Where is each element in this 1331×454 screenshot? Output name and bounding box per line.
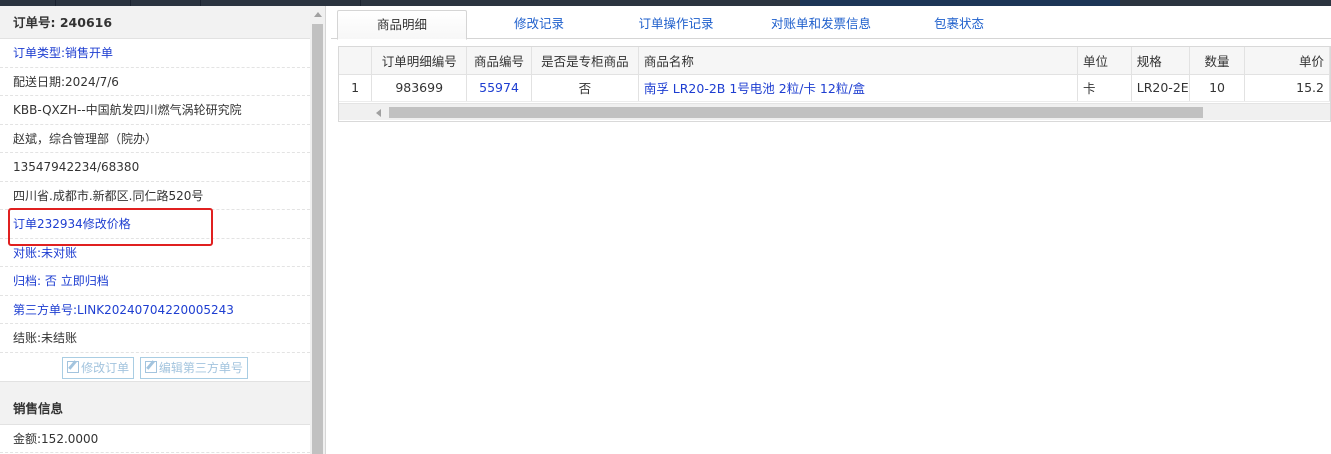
archive-label: 归档: bbox=[13, 274, 42, 288]
detail-panel: 商品明细 修改记录 订单操作记录 对账单和发票信息 包裹状态 订单明细编号 商品… bbox=[331, 6, 1331, 454]
cell-unit: 卡 bbox=[1077, 74, 1132, 102]
edit-icon bbox=[67, 360, 80, 373]
tab-order-operation-log[interactable]: 订单操作记录 bbox=[621, 10, 731, 39]
edit-third-party-button-label: 编辑第三方单号 bbox=[158, 360, 243, 375]
table-header-row: 订单明细编号 商品编号 是否是专柜商品 商品名称 单位 规格 数量 单价 bbox=[339, 47, 1330, 75]
cell-product-name-link[interactable]: 南孚 LR20-2B 1号电池 2粒/卡 12粒/盒 bbox=[638, 74, 1078, 102]
edit-order-button[interactable]: 修改订单 bbox=[62, 356, 135, 379]
customer-company: KBB-QXZH--中国航发四川燃气涡轮研究院 bbox=[0, 96, 310, 125]
cell-counter-product: 否 bbox=[531, 74, 639, 102]
order-number-label: 订单号: bbox=[13, 15, 56, 30]
delivery-date-label: 配送日期: bbox=[13, 74, 66, 89]
col-header-counter-product[interactable]: 是否是专柜商品 bbox=[531, 47, 639, 75]
col-header-unit-price[interactable]: 单价 bbox=[1244, 47, 1330, 75]
cell-index: 1 bbox=[339, 74, 373, 102]
col-header-index bbox=[339, 47, 373, 75]
settlement-row: 结账:未结账 bbox=[0, 324, 310, 353]
order-number-value: 240616 bbox=[59, 15, 113, 30]
contact-person: 赵斌，综合管理部（院办） bbox=[0, 125, 310, 153]
cell-quantity: 10 bbox=[1189, 74, 1246, 102]
settlement-label: 结账: bbox=[13, 331, 42, 345]
tab-package-status[interactable]: 包裹状态 bbox=[909, 10, 1009, 39]
settlement-value: 未结账 bbox=[41, 331, 78, 345]
order-info-panel: 订单号: 240616 订单类型:销售开单 配送日期:2024/7/6 KBB-… bbox=[0, 6, 326, 454]
sales-info-header: 销售信息 bbox=[0, 391, 310, 425]
order-action-buttons: 修改订单 编辑第三方单号 bbox=[0, 353, 310, 382]
scrollbar-thumb[interactable] bbox=[312, 24, 323, 454]
third-party-number-value[interactable]: LINK20240704220005243 bbox=[77, 303, 234, 317]
col-header-product-name[interactable]: 商品名称 bbox=[638, 47, 1078, 75]
col-header-spec[interactable]: 规格 bbox=[1131, 47, 1190, 75]
col-header-product-id[interactable]: 商品编号 bbox=[466, 47, 532, 75]
reconciliation-label: 对账: bbox=[13, 245, 42, 260]
order-type-label: 订单类型: bbox=[13, 46, 66, 60]
product-details-table: 订单明细编号 商品编号 是否是专柜商品 商品名称 单位 规格 数量 单价 1 9… bbox=[338, 46, 1331, 122]
order-number-header: 订单号: 240616 bbox=[0, 6, 310, 39]
scroll-left-arrow-icon[interactable] bbox=[376, 109, 381, 117]
left-panel-scrollbar[interactable] bbox=[310, 6, 325, 454]
amount-row: 金额:152.0000 bbox=[0, 425, 310, 453]
col-header-unit[interactable]: 单位 bbox=[1077, 47, 1132, 75]
scroll-up-arrow-icon[interactable] bbox=[314, 12, 322, 17]
cell-detail-id: 983699 bbox=[371, 74, 468, 102]
delivery-date-row: 配送日期:2024/7/6 bbox=[0, 68, 310, 96]
order-type-value: 销售开单 bbox=[65, 46, 114, 60]
delivery-date-value: 2024/7/6 bbox=[65, 74, 119, 89]
tab-product-details[interactable]: 商品明细 bbox=[337, 10, 467, 40]
tab-modification-log[interactable]: 修改记录 bbox=[491, 10, 587, 39]
order-type-row: 订单类型:销售开单 bbox=[0, 39, 310, 68]
third-party-number-row: 第三方单号:LINK20240704220005243 bbox=[0, 296, 310, 324]
edit-icon bbox=[144, 360, 157, 373]
reconciliation-row: 对账:未对账 bbox=[0, 239, 310, 267]
col-header-detail-id[interactable]: 订单明细编号 bbox=[371, 47, 468, 75]
edit-order-button-label: 修改订单 bbox=[81, 360, 130, 375]
table-horizontal-scrollbar[interactable] bbox=[339, 103, 1330, 120]
horizontal-scrollbar-thumb[interactable] bbox=[389, 107, 1203, 118]
archive-row: 归档: 否 立即归档 bbox=[0, 267, 310, 296]
table-row[interactable]: 1 983699 55974 否 南孚 LR20-2B 1号电池 2粒/卡 12… bbox=[339, 74, 1330, 102]
reconciliation-value[interactable]: 未对账 bbox=[41, 246, 77, 260]
amount-value: 152.0000 bbox=[41, 431, 99, 446]
cell-spec: LR20-2E bbox=[1131, 74, 1190, 102]
section-spacer bbox=[0, 381, 310, 392]
cell-product-id-link[interactable]: 55974 bbox=[466, 74, 532, 102]
tab-statement-invoice[interactable]: 对账单和发票信息 bbox=[751, 10, 891, 39]
amount-label: 金额: bbox=[13, 431, 42, 446]
col-header-quantity[interactable]: 数量 bbox=[1189, 47, 1246, 75]
edit-third-party-number-button[interactable]: 编辑第三方单号 bbox=[139, 356, 248, 379]
cell-unit-price: 15.2 bbox=[1244, 74, 1330, 102]
delivery-address: 四川省.成都市.新都区.同仁路520号 bbox=[0, 182, 310, 210]
detail-tabs: 商品明细 修改记录 订单操作记录 对账单和发票信息 包裹状态 bbox=[331, 10, 1331, 40]
contact-phone: 13547942234/68380 bbox=[0, 153, 310, 182]
archive-now-link[interactable]: 否 立即归档 bbox=[45, 274, 109, 288]
price-change-note-link[interactable]: 订单232934修改价格 bbox=[0, 210, 310, 239]
third-party-number-label: 第三方单号: bbox=[13, 302, 78, 317]
